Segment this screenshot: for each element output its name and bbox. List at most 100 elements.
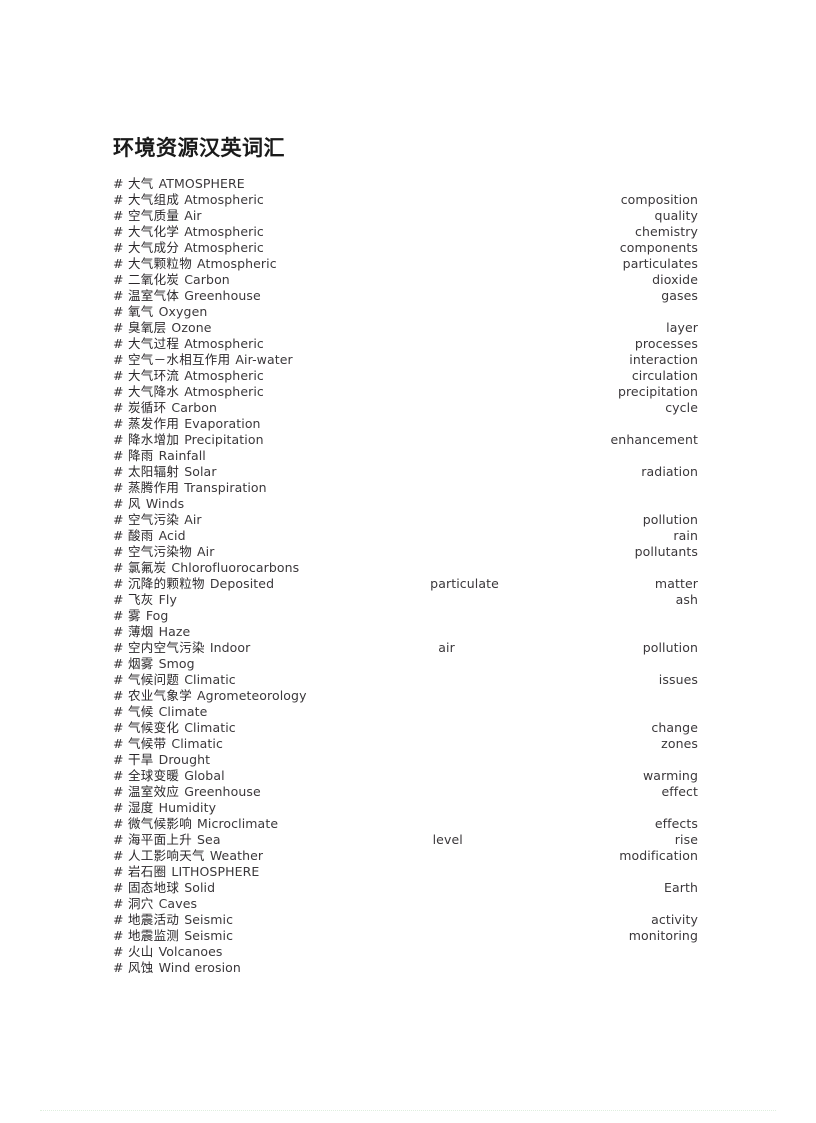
entry-bullet: #	[113, 880, 124, 895]
glossary-entry: # 微气候影响 Microclimate effects	[113, 816, 698, 832]
entry-english-term: Volcanoes	[159, 944, 698, 960]
entry-english-word: Seismic	[184, 912, 234, 927]
glossary-entry: # 气候问题 Climatic issues	[113, 672, 698, 688]
entry-bullet: #	[113, 576, 124, 591]
entry-chinese-term: 蒸腾作用	[128, 480, 180, 495]
entry-english-word: Agrometeorology	[197, 688, 307, 703]
glossary-entry: # 洞穴 Caves	[113, 896, 698, 912]
glossary-entry: # 酸雨 Acid rain	[113, 528, 698, 544]
entry-english-word: Drought	[158, 752, 211, 767]
entry-bullet: #	[113, 704, 124, 719]
entry-english-term: Indoor air pollution	[210, 640, 698, 656]
entry-english-word: Carbon	[171, 400, 218, 415]
entry-bullet: #	[113, 176, 124, 191]
entry-chinese-term: 人工影响天气	[128, 848, 205, 863]
entry-chinese-term: 蒸发作用	[128, 416, 180, 431]
entry-english-term: Deposited particulate matter	[210, 576, 698, 592]
entry-english-word: components	[619, 240, 698, 255]
glossary-entry: # 大气组成 Atmospheric composition	[113, 192, 698, 208]
entry-english-word: Atmospheric	[184, 224, 264, 239]
entry-chinese-term: 农业气象学	[128, 688, 193, 703]
entry-chinese-term: 干旱	[128, 752, 154, 767]
entry-english-term: Air pollutants	[197, 544, 698, 560]
entry-english-term: Wind erosion	[159, 960, 698, 976]
entry-english-term: Atmospheric particulates	[197, 256, 698, 272]
entry-bullet: #	[113, 944, 124, 959]
entry-english-term: Seismic monitoring	[184, 928, 698, 944]
entry-chinese-term: 气候	[128, 704, 154, 719]
entry-bullet: #	[113, 688, 124, 703]
entry-english-word: Transpiration	[184, 480, 267, 495]
glossary-entry: # 全球变暖 Global warming	[113, 768, 698, 784]
glossary-entry: # 氯氟炭 Chlorofluorocarbons	[113, 560, 698, 576]
glossary-entry: # 空气质量 Air quality	[113, 208, 698, 224]
glossary-entry: # 气候 Climate	[113, 704, 698, 720]
glossary-entry: # 大气化学 Atmospheric chemistry	[113, 224, 698, 240]
entry-bullet: #	[113, 208, 124, 223]
entry-english-term: Atmospheric precipitation	[184, 384, 698, 400]
entry-bullet: #	[113, 432, 124, 447]
entry-bullet: #	[113, 720, 124, 735]
entry-bullet: #	[113, 528, 124, 543]
entry-english-word: Atmospheric	[184, 192, 264, 207]
entry-chinese-term: 空内空气污染	[128, 640, 205, 655]
entry-english-word: Indoor	[209, 640, 251, 655]
glossary-entry: # 炭循环 Carbon cycle	[113, 400, 698, 416]
entry-english-term: ATMOSPHERE	[159, 176, 698, 192]
entry-english-word: layer	[666, 320, 698, 335]
glossary-entry: # 空气－水相互作用 Air-water interaction	[113, 352, 698, 368]
entry-chinese-term: 沉降的颗粒物	[128, 576, 205, 591]
entry-chinese-term: 湿度	[128, 800, 154, 815]
entry-bullet: #	[113, 640, 124, 655]
glossary-entry: # 气候变化 Climatic change	[113, 720, 698, 736]
entry-english-word: effects	[654, 816, 698, 831]
glossary-entry: # 大气过程 Atmospheric processes	[113, 336, 698, 352]
entry-english-term: Air quality	[184, 208, 698, 224]
entry-bullet: #	[113, 400, 124, 415]
entry-bullet: #	[113, 624, 124, 639]
glossary-entry: # 太阳辐射 Solar radiation	[113, 464, 698, 480]
entry-chinese-term: 烟雾	[128, 656, 154, 671]
entry-english-word: activity	[651, 912, 698, 927]
entry-english-word: effect	[661, 784, 698, 799]
entry-chinese-term: 大气颗粒物	[128, 256, 193, 271]
entry-bullet: #	[113, 592, 124, 607]
glossary-entry: # 蒸发作用 Evaporation	[113, 416, 698, 432]
glossary-entry: # 人工影响天气 Weather modification	[113, 848, 698, 864]
entry-english-word: Air-water	[235, 352, 293, 367]
entry-english-term: Greenhouse effect	[184, 784, 698, 800]
entry-chinese-term: 大气组成	[128, 192, 180, 207]
entry-english-word: Wind erosion	[158, 960, 241, 975]
entry-bullet: #	[113, 960, 124, 975]
entry-english-word: circulation	[631, 368, 698, 383]
entry-english-term: Global warming	[184, 768, 698, 784]
entry-bullet: #	[113, 288, 124, 303]
entry-chinese-term: 酸雨	[128, 528, 154, 543]
glossary-entry: # 雾 Fog	[113, 608, 698, 624]
glossary-entry: # 沉降的颗粒物 Deposited particulate matter	[113, 576, 698, 592]
glossary-entry: # 飞灰 Fly ash	[113, 592, 698, 608]
entry-english-word: pollution	[642, 640, 698, 655]
glossary-entry: # 地震监测 Seismic monitoring	[113, 928, 698, 944]
entry-english-word: monitoring	[628, 928, 698, 943]
entry-chinese-term: 气候变化	[128, 720, 180, 735]
entry-chinese-term: 温室气体	[128, 288, 180, 303]
glossary-entry: # 降雨 Rainfall	[113, 448, 698, 464]
entry-chinese-term: 海平面上升	[128, 832, 193, 847]
entry-english-term: Weather modification	[210, 848, 698, 864]
entry-chinese-term: 空气－水相互作用	[128, 352, 231, 367]
entry-english-word: air	[438, 640, 455, 655]
entry-bullet: #	[113, 320, 124, 335]
glossary-entry: # 臭氧层 Ozone layer	[113, 320, 698, 336]
entry-bullet: #	[113, 256, 124, 271]
entry-bullet: #	[113, 304, 124, 319]
entry-english-term: Winds	[146, 496, 698, 512]
entry-english-word: Carbon	[184, 272, 230, 287]
entry-bullet: #	[113, 864, 124, 879]
entry-chinese-term: 炭循环	[128, 400, 167, 415]
entry-english-term: Atmospheric circulation	[184, 368, 698, 384]
glossary-entry: # 大气成分 Atmospheric components	[113, 240, 698, 256]
entry-bullet: #	[113, 336, 124, 351]
entry-chinese-term: 薄烟	[128, 624, 154, 639]
entry-english-word: matter	[654, 576, 698, 591]
